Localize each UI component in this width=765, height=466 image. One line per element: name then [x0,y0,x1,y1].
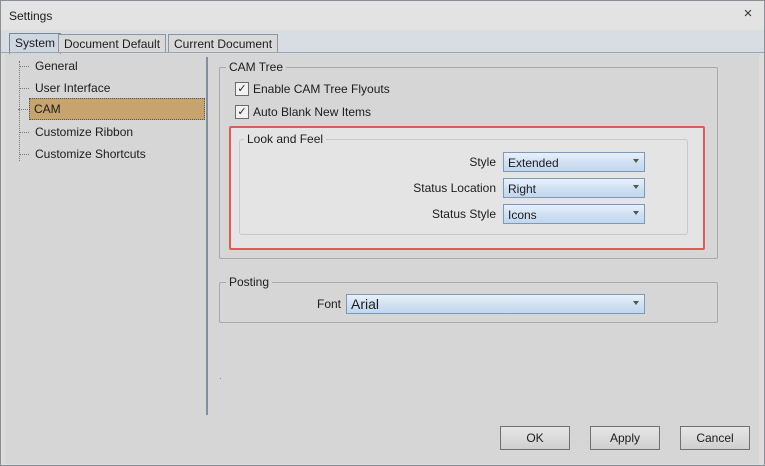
cancel-button[interactable]: Cancel [680,426,750,450]
chevron-down-icon [633,211,639,215]
close-icon[interactable]: × [740,6,756,22]
tree-item-cam[interactable]: CAM [18,98,205,120]
chevron-down-icon [633,159,639,163]
settings-window: Settings × System Document Default Curre… [0,0,765,466]
tab-strip: System Document Default Current Document [1,30,764,55]
cam-tree-legend: CAM Tree [226,60,287,74]
font-label: Font [316,297,341,311]
panel-splitter[interactable] [206,57,208,415]
title-bar: Settings × [1,1,764,30]
tab-current-document[interactable]: Current Document [168,34,279,53]
auto-blank-checkbox[interactable]: ✓ [235,105,249,119]
window-title: Settings [9,9,53,23]
tree-item-general[interactable]: General [19,56,78,76]
tree-item-user-interface[interactable]: User Interface [18,78,110,98]
style-dropdown[interactable]: Extended [503,152,645,172]
style-value: Extended [508,156,559,170]
status-style-value: Icons [508,208,537,222]
tab-document-default[interactable]: Document Default [58,34,167,53]
tree-connector-line [19,61,20,161]
status-location-dropdown[interactable]: Right [503,178,645,198]
status-style-label: Status Style [431,207,496,221]
status-style-dropdown[interactable]: Icons [503,204,645,224]
chevron-down-icon [633,301,639,305]
status-location-label: Status Location [413,181,496,195]
ok-button[interactable]: OK [500,426,570,450]
enable-flyouts-label[interactable]: Enable CAM Tree Flyouts [253,81,390,97]
look-and-feel-legend: Look and Feel [244,132,327,146]
apply-button[interactable]: Apply [590,426,660,450]
enable-flyouts-checkbox[interactable]: ✓ [235,82,249,96]
divider-dot [220,378,221,379]
chevron-down-icon [633,185,639,189]
font-value: Arial [351,296,380,312]
font-dropdown[interactable]: Arial [346,294,645,314]
status-location-value: Right [508,182,537,196]
style-label: Style [469,155,496,169]
auto-blank-label[interactable]: Auto Blank New Items [253,104,371,120]
tab-divider [1,52,764,53]
posting-legend: Posting [226,275,273,289]
tree-item-customize-ribbon[interactable]: Customize Ribbon [18,122,133,142]
tree-item-customize-shortcuts[interactable]: Customize Shortcuts [19,144,146,164]
